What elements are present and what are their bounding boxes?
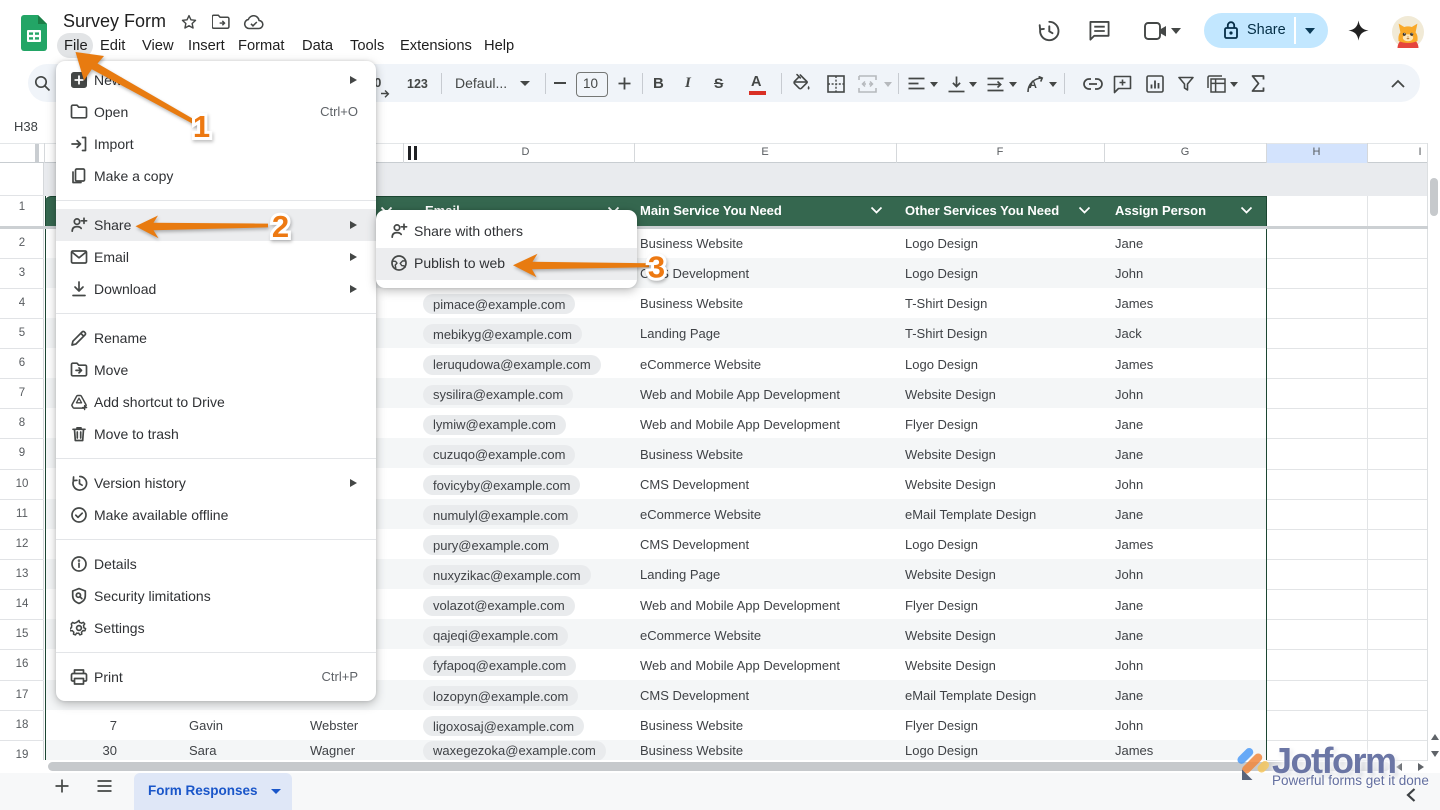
svg-text:1: 1 (193, 109, 210, 144)
svg-text:3: 3 (648, 250, 665, 285)
svg-text:2: 2 (272, 209, 289, 244)
